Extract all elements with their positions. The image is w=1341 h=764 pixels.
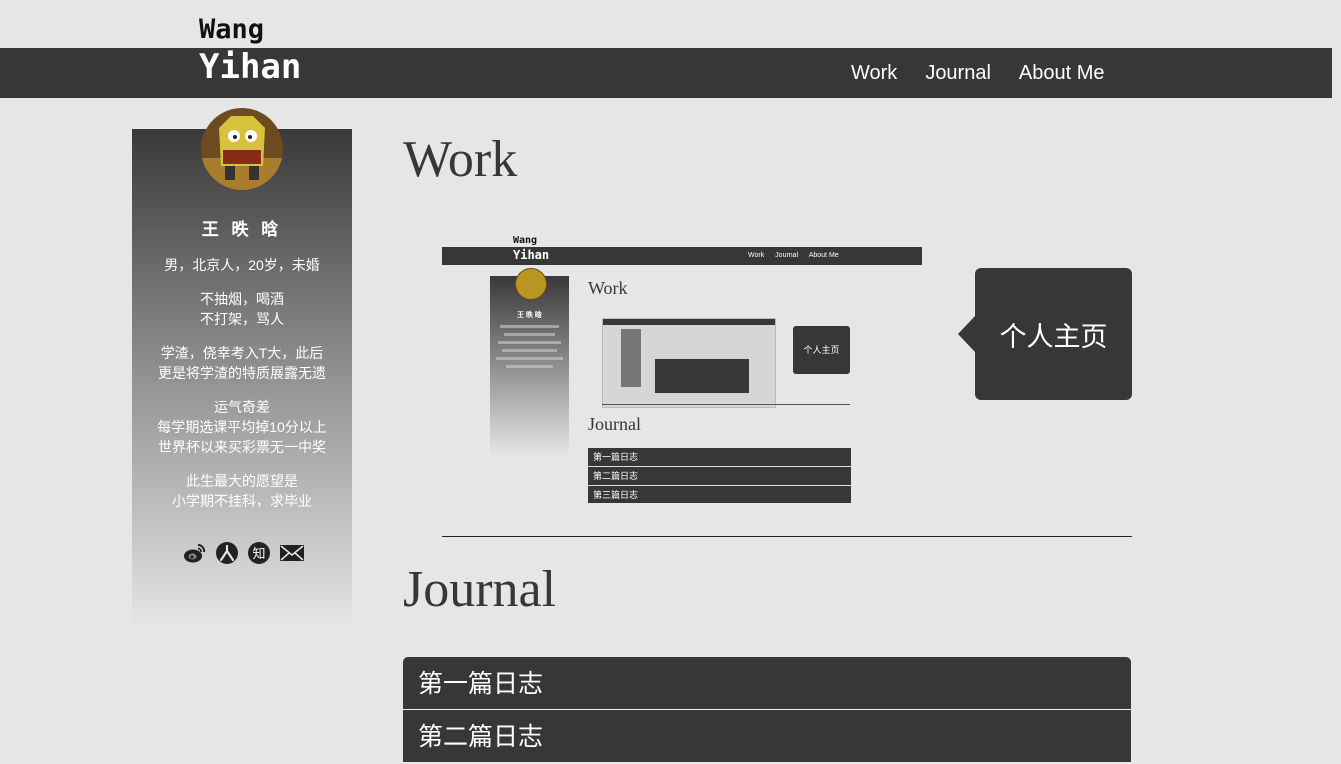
journal-heading: Journal (403, 561, 557, 618)
nav-link-work[interactable]: Work (851, 62, 897, 85)
section-divider (442, 536, 1132, 537)
preview-logo-line-1: Wang (513, 235, 538, 246)
mail-icon[interactable] (279, 541, 304, 565)
logo-line-1: Wang (199, 14, 265, 45)
profile-sidebar: 王 昳 晗 男，北京人，20岁，未婚 不抽烟，喝酒 不打架，骂人 学渣，侥幸考入… (132, 129, 352, 629)
preview-work-heading: Work (588, 278, 628, 298)
avatar (201, 108, 283, 190)
preview-nav-about: About Me (808, 252, 839, 259)
journal-item[interactable]: 第一篇日志 (403, 657, 1131, 710)
preview-callout: 个人主页 (793, 326, 850, 374)
profile-wish-line-2: 小学期不挂科，求毕业 (172, 493, 312, 509)
main-nav: Work Journal About Me (851, 62, 1133, 85)
journal-list: 第一篇日志 第二篇日志 (403, 657, 1131, 763)
profile-habits: 不抽烟，喝酒 不打架，骂人 (132, 289, 352, 329)
profile-name: 王 昳 晗 (201, 220, 283, 239)
preview-journal-item: 第一篇日志 (588, 448, 851, 467)
work-heading: Work (403, 131, 518, 188)
preview-nav-work: Work (748, 252, 765, 259)
profile-luck-line-3: 世界杯以来买彩票无一中奖 (158, 439, 326, 455)
profile-luck-line-1: 运气奇差 (214, 399, 270, 415)
logo-line-2: Yihan (199, 47, 302, 87)
site-logo[interactable]: Wang Yihan (199, 13, 301, 87)
profile-basic-info: 男，北京人，20岁，未婚 (164, 257, 320, 273)
preview-journal-item: 第三篇日志 (588, 486, 851, 503)
preview-journal-item: 第二篇日志 (588, 467, 851, 486)
profile-wish: 此生最大的愿望是 小学期不挂科，求毕业 (132, 471, 352, 511)
profile-education-line-1: 学渣，侥幸考入T大，此后 (160, 345, 324, 361)
journal-item[interactable]: 第二篇日志 (403, 710, 1131, 763)
nav-link-journal[interactable]: Journal (925, 62, 991, 85)
profile-habits-line-1: 不抽烟，喝酒 (200, 291, 284, 307)
preview-journal-heading: Journal (588, 414, 641, 434)
personal-homepage-callout[interactable]: 个人主页 (958, 268, 1132, 400)
social-links: 知 (183, 541, 304, 565)
profile-habits-line-2: 不打架，骂人 (200, 311, 284, 327)
weibo-icon[interactable] (183, 541, 207, 565)
preview-nested-screenshot (602, 318, 776, 408)
preview-journal-list: 第一篇日志 第二篇日志 第三篇日志 (588, 448, 851, 503)
preview-nav: Work Journal About Me (748, 252, 848, 259)
preview-logo-line-2: Yihan (513, 248, 550, 262)
profile-education-line-2: 更是将学渣的特质展露无遗 (158, 365, 326, 381)
profile-luck: 运气奇差 每学期选课平均掉10分以上 世界杯以来买彩票无一中奖 (132, 397, 352, 457)
zhihu-icon[interactable]: 知 (247, 541, 271, 565)
preview-sidebar: 王 昳 晗 (490, 276, 569, 456)
renren-icon[interactable] (215, 541, 239, 565)
work-preview-screenshot[interactable]: Wang Yihan Work Journal About Me 王 昳 晗 W… (442, 228, 922, 503)
preview-avatar (515, 268, 547, 300)
preview-nav-journal: Journal (775, 252, 799, 259)
preview-name: 王 昳 晗 (517, 312, 542, 319)
profile-luck-line-2: 每学期选课平均掉10分以上 (157, 419, 327, 435)
profile-wish-line-1: 此生最大的愿望是 (186, 473, 298, 489)
nav-link-about-me[interactable]: About Me (1019, 62, 1105, 85)
zhihu-glyph: 知 (252, 546, 265, 562)
profile-education: 学渣，侥幸考入T大，此后 更是将学渣的特质展露无遗 (132, 343, 352, 383)
preview-logo: Wang Yihan (513, 235, 549, 263)
